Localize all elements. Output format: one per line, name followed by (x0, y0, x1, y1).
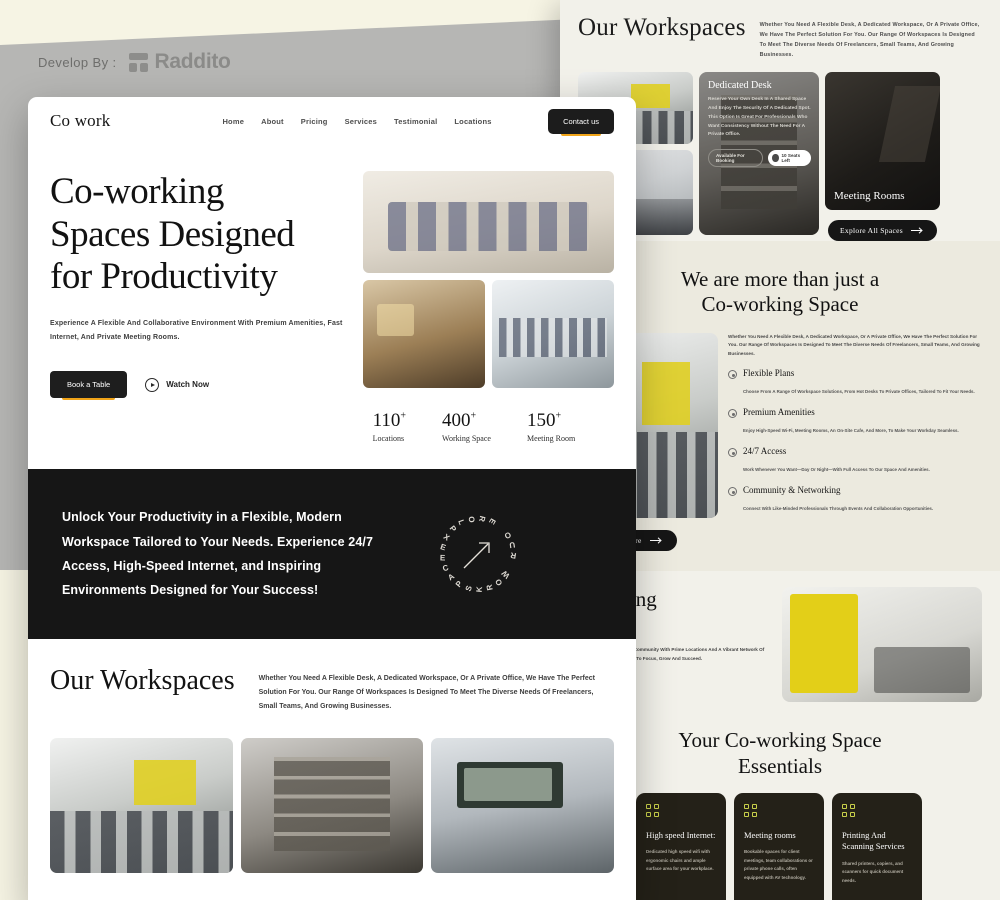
arrow-right-icon (910, 227, 923, 234)
hero-photo-lounge (362, 280, 485, 388)
nav-item-locations[interactable]: Locations (454, 117, 491, 126)
raddito-blocks-icon (128, 52, 148, 72)
nav-item-about[interactable]: About (261, 117, 284, 126)
credit-label: Develop By : (38, 54, 117, 70)
brand: Raddito (128, 50, 231, 74)
stat-label: Meeting Room (526, 434, 576, 443)
explore-all-spaces-button[interactable]: Explore All Spaces (828, 220, 937, 241)
play-circle-icon (145, 377, 160, 392)
more-than-intro: Whether You Need A Flexible Desk, A Dedi… (728, 333, 980, 357)
essential-desc: Shared printers, copiers, and scanners f… (842, 860, 904, 883)
card-title: Dedicated Desk (708, 80, 772, 91)
stat-item: 400+ Working Space (442, 411, 491, 443)
contact-us-wrapper: Contact us (548, 108, 614, 136)
hero-heading: Co-working Spaces Designed for Productiv… (50, 171, 295, 298)
stat-value: 110+ (372, 410, 407, 431)
essential-card[interactable]: High speed Internet: Dedicated high spee… (636, 792, 726, 900)
grid-dots-icon (646, 803, 660, 818)
front-workspaces-description: Whether You Need A Flexible Desk, A Dedi… (258, 675, 595, 710)
essential-card[interactable]: Printing And Scanning Services Shared pr… (832, 792, 922, 900)
brand-name: Raddito (154, 50, 231, 73)
feature-desc: Work Whenever You Want—Day Or Night—With… (743, 467, 930, 473)
feature-title: Flexible Plans (743, 368, 795, 379)
check-circle-icon (728, 370, 737, 380)
user-icon (772, 154, 779, 163)
essential-card[interactable]: Meeting rooms Bookable spaces for client… (734, 792, 824, 900)
stat-value: 400+ (442, 410, 477, 431)
feature-title: Premium Amenities (743, 407, 815, 418)
arrow-up-right-icon (463, 542, 490, 569)
right-workspaces-title: Our Workspaces (578, 14, 746, 41)
explore-workspace-badge[interactable]: EXPLORE OUR WORKSPACE (432, 508, 524, 600)
hero-photo-desks (491, 280, 615, 388)
feature-item: 24/7 Access Work Whenever You Want—Day O… (728, 446, 982, 476)
card-description: Reserve Your Own Desk In A Shared Space … (708, 97, 811, 138)
navbar: Co work Home About Pricing Services Test… (28, 97, 636, 145)
future-photo (782, 587, 982, 703)
watch-now-button[interactable]: Watch Now (145, 377, 210, 392)
check-circle-icon (728, 487, 737, 497)
contact-us-button[interactable]: Contact us (548, 108, 614, 134)
nav-item-testimonial[interactable]: Testimonial (394, 117, 437, 126)
feature-desc: Choose From A Range Of Workspace Solutio… (743, 389, 975, 395)
book-a-table-button[interactable]: Book a Table (50, 371, 128, 399)
workspace-photo-meeting-room: Meeting Rooms (825, 72, 940, 210)
hero-section: Co-working Spaces Designed for Productiv… (28, 145, 636, 443)
right-workspaces-header: Our Workspaces Whether You Need A Flexib… (560, 0, 1000, 66)
nav-item-services[interactable]: Services (345, 117, 377, 126)
feature-desc: Enjoy High-Speed Wi-Fi, Meeting Rooms, A… (743, 428, 959, 434)
nav-item-pricing[interactable]: Pricing (301, 117, 328, 126)
feature-title: 24/7 Access (743, 446, 787, 457)
essential-title: High speed Internet: (646, 829, 716, 840)
feature-desc: Connect With Like-Minded Professionals T… (743, 506, 934, 512)
check-circle-icon (728, 448, 737, 458)
watch-now-label: Watch Now (166, 380, 210, 390)
feature-item: Premium Amenities Enjoy High-Speed Wi-Fi… (728, 407, 982, 437)
grid-dots-icon (744, 803, 758, 818)
credit-line: Develop By : Raddito (38, 50, 231, 74)
grid-dots-icon (842, 803, 856, 818)
stat-item: 150+ Meeting Room (527, 411, 575, 443)
site-logo[interactable]: Co work (50, 111, 110, 131)
card-tags: Available For Booking 10 Seats Left (708, 149, 811, 168)
arrow-right-icon (649, 537, 662, 544)
workspace-card-open-office[interactable] (50, 738, 233, 873)
nav-links: Home About Pricing Services Testimonial … (222, 117, 491, 126)
front-workspaces-title: Our Workspaces (50, 665, 235, 696)
feature-title: Community & Networking (743, 485, 841, 496)
hero-paragraph: Experience A Flexible And Collaborative … (50, 319, 343, 341)
workspace-card-shelf[interactable] (240, 738, 424, 873)
stat-value: 150+ (526, 410, 562, 431)
essential-desc: Bookable spaces for client meetings, tea… (744, 849, 813, 880)
stats-row: 110+ Locations 400+ Working Space 150+ M… (363, 411, 614, 443)
stat-label: Working Space (442, 434, 491, 443)
essential-desc: Dedicated high speed wifi with ergonomic… (646, 849, 714, 872)
tag-available[interactable]: Available For Booking (708, 149, 764, 168)
check-circle-icon (728, 409, 737, 419)
right-workspaces-description: Whether You Need A Flexible Desk, A Dedi… (759, 22, 980, 58)
meeting-rooms-label: Meeting Rooms (834, 190, 905, 202)
promo-band: Unlock Your Productivity in a Flexible, … (28, 469, 636, 639)
front-workspaces-section: Our Workspaces Whether You Need A Flexib… (28, 639, 636, 873)
tag-seats-left[interactable]: 10 Seats Left (768, 150, 811, 167)
stat-label: Locations (372, 434, 405, 443)
hero-actions: Book a Table Watch Now (50, 371, 345, 401)
hero-photo-team (362, 171, 614, 273)
stat-item: 110+ Locations (373, 411, 406, 443)
essential-title: Printing And Scanning Services (842, 829, 905, 852)
nav-item-home[interactable]: Home (222, 117, 244, 126)
promo-band-text: Unlock Your Productivity in a Flexible, … (62, 510, 374, 598)
front-page-mockup: Co work Home About Pricing Services Test… (28, 97, 636, 900)
workspace-card-meeting[interactable] (431, 738, 615, 873)
essential-title: Meeting rooms (744, 829, 796, 840)
feature-item: Flexible Plans Choose From A Range Of Wo… (728, 368, 982, 398)
workspace-card-dedicated-desk[interactable]: Dedicated Desk Reserve Your Own Desk In … (699, 72, 819, 235)
feature-item: Community & Networking Connect With Like… (728, 485, 982, 515)
